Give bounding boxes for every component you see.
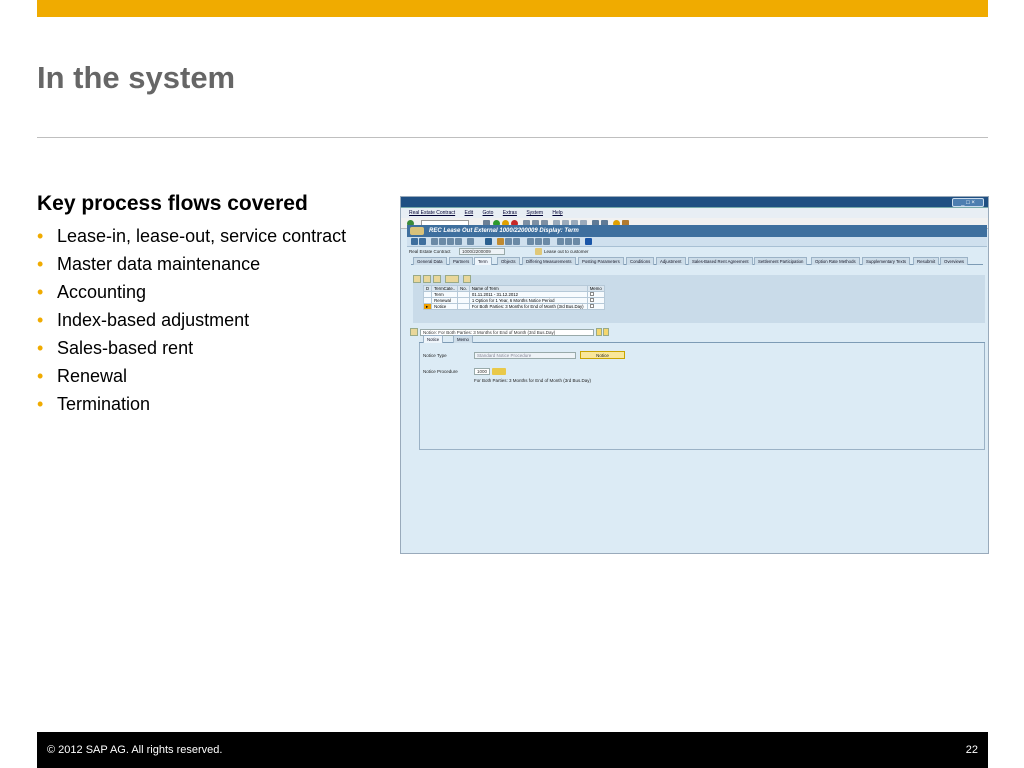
- transaction-icon: [410, 227, 424, 235]
- term-table: D TermCate.. No. Name of Term Memo Term …: [422, 285, 605, 310]
- table-toolbar: [413, 275, 483, 284]
- tab-notice[interactable]: Notice: [423, 335, 444, 343]
- table-details-icon[interactable]: [413, 275, 421, 283]
- copyright-text: © 2012 SAP AG. All rights reserved.: [47, 744, 223, 756]
- bullet-item: • Sales-based rent: [37, 334, 346, 362]
- table-select-all-icon[interactable]: [423, 275, 431, 283]
- tab-partners[interactable]: Partners: [449, 257, 474, 265]
- copy-icon[interactable]: [447, 238, 454, 245]
- notice-type-dropdown[interactable]: Standard Notice Procedure: [474, 352, 576, 359]
- delete-icon[interactable]: [455, 238, 462, 245]
- bullet-item: • Master data maintenance: [37, 250, 346, 278]
- title-divider: [37, 137, 988, 138]
- section-title: Key process flows covered: [37, 192, 308, 215]
- display-change-icon[interactable]: [431, 238, 438, 245]
- menu-extras[interactable]: Extras: [503, 208, 517, 218]
- memo-checkbox[interactable]: [589, 298, 594, 302]
- bullet-list: • Lease-in, lease-out, service contract •…: [37, 222, 346, 418]
- tab-adjustment[interactable]: Adjustment: [656, 257, 686, 265]
- tab-settlement-participation[interactable]: Settlement Participation: [754, 257, 808, 265]
- page-number: 22: [965, 744, 978, 756]
- table-row[interactable]: ▸ Notice For Both Parties: 3 Months for …: [422, 303, 605, 310]
- table-insert-icon[interactable]: [445, 275, 459, 283]
- sap-menubar: Real Estate Contract Edit Goto Extras Sy…: [401, 208, 988, 218]
- contract-type-icon: [535, 248, 542, 255]
- contract-description: Lease out to customer: [544, 249, 589, 254]
- window-controls[interactable]: _ □ ×: [952, 198, 984, 207]
- bullet-item: • Termination: [37, 390, 346, 418]
- tab-general-data[interactable]: General Data: [413, 257, 447, 265]
- notice-procedure-description: For Both Parties: 3 Months for End of Mo…: [474, 378, 592, 383]
- create-icon[interactable]: [439, 238, 446, 245]
- sap-window-titlebar: _ □ ×: [401, 197, 988, 208]
- tab-term[interactable]: Term: [474, 257, 492, 265]
- workflow-icon[interactable]: [513, 238, 520, 245]
- bullet-icon: •: [37, 394, 44, 414]
- menu-goto[interactable]: Goto: [483, 208, 494, 218]
- tab-posting-parameters[interactable]: Posting Parameters: [578, 257, 624, 265]
- term-table-panel: D TermCate.. No. Name of Term Memo Term …: [413, 275, 985, 323]
- graph-icon[interactable]: [573, 238, 580, 245]
- tab-resubmit[interactable]: Resubmit: [913, 257, 940, 265]
- bullet-icon: •: [37, 366, 44, 386]
- tab-conditions[interactable]: Conditions: [626, 257, 655, 265]
- bullet-icon: •: [37, 226, 44, 246]
- tab-option-rate-methods[interactable]: Option Rate Methods: [811, 257, 860, 265]
- bullet-item: • Accounting: [37, 278, 346, 306]
- bullet-item: • Lease-in, lease-out, service contract: [37, 222, 346, 250]
- main-tabstrip: General Data Partners Term Objects Diffe…: [411, 257, 983, 265]
- menu-real-estate-contract[interactable]: Real Estate Contract: [409, 208, 455, 218]
- documents-icon[interactable]: [505, 238, 512, 245]
- notice-type-label: Notice Type: [423, 353, 447, 358]
- notice-procedure-field[interactable]: 1000: [474, 368, 490, 375]
- sap-screenshot: _ □ × Real Estate Contract Edit Goto Ext…: [400, 196, 989, 554]
- notice-procedure-label: Notice Procedure: [423, 369, 458, 374]
- notice-panel: Notice Type Standard Notice Procedure No…: [419, 343, 985, 450]
- memo-checkbox[interactable]: [589, 292, 594, 296]
- tab-differing-measurements[interactable]: Differing Measurements: [522, 257, 576, 265]
- menu-edit[interactable]: Edit: [465, 208, 474, 218]
- settings-icon[interactable]: [543, 238, 550, 245]
- table-deselect-icon[interactable]: [433, 275, 441, 283]
- notice-procedure-details-icon[interactable]: [492, 368, 506, 375]
- tab-sales-based-rent[interactable]: Sales-Based Rent Agreement: [688, 257, 753, 265]
- history-icon[interactable]: [527, 238, 534, 245]
- sap-content-area: Real Estate Contract 1000/2200009 Lease …: [407, 247, 987, 552]
- top-accent-bar: [37, 0, 988, 17]
- check-icon[interactable]: [485, 238, 492, 245]
- notice-button[interactable]: Notice: [580, 351, 625, 359]
- menu-help[interactable]: Help: [552, 208, 562, 218]
- arrow-right-icon[interactable]: [419, 238, 426, 245]
- info-icon[interactable]: [585, 238, 592, 245]
- menu-system[interactable]: System: [526, 208, 543, 218]
- row-selected-marker[interactable]: ▸: [422, 303, 433, 310]
- contract-label: Real Estate Contract: [409, 249, 451, 254]
- other-object-icon[interactable]: [467, 238, 474, 245]
- footer-bar: © 2012 SAP AG. All rights reserved. 22: [37, 732, 988, 768]
- calculate-icon[interactable]: [557, 238, 564, 245]
- page-title: In the system: [37, 60, 236, 95]
- table-view-icon[interactable]: [565, 238, 572, 245]
- bullet-icon: •: [37, 254, 44, 274]
- bullet-icon: •: [37, 282, 44, 302]
- bullet-item: • Renewal: [37, 362, 346, 390]
- sap-application-toolbar: [407, 237, 987, 247]
- notice-tabstrip: Notice Memo: [419, 335, 985, 343]
- table-delete-icon[interactable]: [463, 275, 471, 283]
- arrow-left-icon[interactable]: [411, 238, 418, 245]
- bullet-icon: •: [37, 310, 44, 330]
- bullet-item: • Index-based adjustment: [37, 306, 346, 334]
- term-selector-icon[interactable]: [410, 328, 418, 336]
- tab-objects[interactable]: Objects: [497, 257, 520, 265]
- tab-supplementary-texts[interactable]: Supplementary Texts: [862, 257, 911, 265]
- memo-checkbox[interactable]: [589, 304, 594, 308]
- contract-number-field[interactable]: 1000/2200009: [459, 248, 505, 255]
- attachment-icon[interactable]: [497, 238, 504, 245]
- tab-overviews[interactable]: Overviews: [940, 257, 969, 265]
- print-preview-icon[interactable]: [535, 238, 542, 245]
- tab-memo[interactable]: Memo: [453, 335, 473, 343]
- sap-transaction-title: REC Lease Out External 1000/2200009 Disp…: [407, 225, 987, 237]
- bullet-icon: •: [37, 338, 44, 358]
